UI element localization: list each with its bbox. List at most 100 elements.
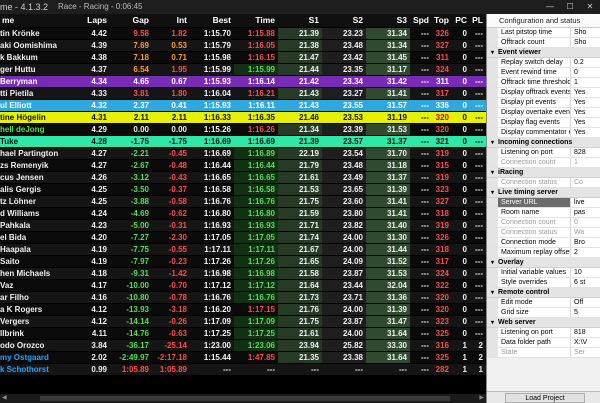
property-row[interactable]: Connection count 1	[487, 158, 600, 168]
table-row[interactable]: Haapala 4.19 -7.75 -0.55 1:17.11 1:17.11 21.67…	[0, 242, 486, 255]
property-value[interactable]: Yes	[571, 128, 600, 137]
table-row[interactable]: my Ostgaard 2.02 -2:49.97 -2:17.18 1:15.44 1:…	[0, 350, 486, 363]
property-value[interactable]: 1	[571, 158, 600, 167]
table-row[interactable]: zs Remenyik 4.27 -2.67 -0.48 1:16.44 1:16.44 2…	[0, 158, 486, 171]
collapse-icon[interactable]: ▾	[487, 48, 498, 57]
table-row[interactable]: tine Högelin 4.31 2.11 2.11 1:16.33 1:16.35 21…	[0, 110, 486, 123]
scroll-right-icon[interactable]: ▶	[479, 394, 484, 403]
table-row[interactable]: ul Elliott 4.32 2.37 0.41 1:15.93 1:16.11 21.4…	[0, 98, 486, 111]
property-row[interactable]: Data folder path X:\V	[487, 338, 600, 348]
table-row[interactable]: ar Filho 4.16 -10.80 -0.78 1:16.76 1:16.76 21.…	[0, 290, 486, 303]
minimize-icon[interactable]: —	[540, 0, 560, 14]
column-header-s3[interactable]: S3	[366, 14, 410, 27]
load-project-button[interactable]: Load Project	[505, 393, 585, 403]
property-row[interactable]: Display overtake events Yes	[487, 108, 600, 118]
property-row[interactable]: Last pitstop time Sho	[487, 28, 600, 38]
property-row[interactable]: Connection status Wa	[487, 228, 600, 238]
table-row[interactable]: tin Krönke 4.42 9.58 1.82 1:15.70 1:15.88 21.3…	[0, 26, 486, 39]
table-row[interactable]: ger Huttu 4.37 6.54 1.95 1:15.99 1:15.99 21.44…	[0, 62, 486, 75]
property-row[interactable]: Display flag events Yes	[487, 118, 600, 128]
table-row[interactable]: hen Michaels 4.18 -9.31 -1.42 1:16.98 1:16.98…	[0, 266, 486, 279]
table-row[interactable]: Saito 4.19 -7.97 -0.23 1:17.26 1:17.26 21.65 24…	[0, 254, 486, 267]
property-row[interactable]: Grid size 5	[487, 308, 600, 318]
table-row[interactable]: Vaz 4.17 -10.00 -0.70 1:17.12 1:17.12 21.64 23.…	[0, 278, 486, 291]
property-value[interactable]: 0.2	[571, 58, 600, 67]
property-value[interactable]: 5	[571, 308, 600, 317]
property-value[interactable]: 0	[571, 68, 600, 77]
property-value[interactable]: Sho	[571, 28, 600, 37]
property-value[interactable]: Sho	[571, 38, 600, 47]
property-value[interactable]: 10	[571, 268, 600, 277]
property-row[interactable]: Replay switch delay 0.2	[487, 58, 600, 68]
table-row[interactable]: el Bida 4.20 -7.27 -2.30 1:17.05 1:17.05 21.74…	[0, 230, 486, 243]
property-row[interactable]: Maximum replay offset 2	[487, 248, 600, 258]
category-header[interactable]: ▾ iRacing	[487, 168, 600, 178]
property-value[interactable]: 1	[571, 78, 600, 87]
table-row[interactable]: k Schothorst 0.99 1:05.89 1:05.89 --- --- --- -…	[0, 362, 486, 375]
property-value[interactable]: 828	[571, 148, 600, 157]
column-header-time[interactable]: Time	[234, 14, 278, 27]
property-row[interactable]: Listening on port 818	[487, 328, 600, 338]
property-row[interactable]: Connection count 0	[487, 218, 600, 228]
property-row[interactable]: Offtrack time threshold 1	[487, 78, 600, 88]
column-header-best[interactable]: Best	[190, 14, 234, 27]
table-row[interactable]: a K Rogers 4.12 -13.93 -3.18 1:16.20 1:17.15 2…	[0, 302, 486, 315]
property-row[interactable]: Edit mode Off	[487, 298, 600, 308]
property-row[interactable]: Initial variable values 10	[487, 268, 600, 278]
maximize-icon[interactable]: ☐	[560, 0, 580, 14]
table-row[interactable]: Pahkala 4.23 -5.00 -0.31 1:16.93 1:16.93 21.71…	[0, 218, 486, 231]
property-value[interactable]: 6 st	[571, 278, 600, 287]
property-value[interactable]: Yes	[571, 98, 600, 107]
property-value[interactable]: Off	[571, 298, 600, 307]
table-row[interactable]: hael Partington 4.27 -2.21 -0.45 1:16.69 1:16…	[0, 146, 486, 159]
category-header[interactable]: ▾ Overlay	[487, 258, 600, 268]
column-header-s2[interactable]: S2	[322, 14, 366, 27]
property-value[interactable]: Wa	[571, 228, 600, 237]
property-row[interactable]: State Ser	[487, 348, 600, 358]
collapse-icon[interactable]: ▾	[487, 258, 498, 267]
collapse-icon[interactable]: ▾	[487, 288, 498, 297]
scrollbar-thumb[interactable]	[40, 396, 450, 401]
property-row[interactable]: Connection status Co	[487, 178, 600, 188]
table-row[interactable]: tti Pietila 4.33 3.81 1.80 1:16.04 1:16.21 21.…	[0, 86, 486, 99]
property-row[interactable]: Display pit events Yes	[487, 98, 600, 108]
property-row[interactable]: Display offtrack events Yes	[487, 88, 600, 98]
property-value[interactable]: 818	[571, 328, 600, 337]
property-value[interactable]: Yes	[571, 108, 600, 117]
column-header-pl[interactable]: PL	[470, 14, 486, 27]
column-header-gap[interactable]: Gap	[110, 14, 152, 27]
table-row[interactable]: Vergers 4.12 -14.14 -0.26 1:17.09 1:17.09 21.7…	[0, 314, 486, 327]
property-row[interactable]: Event rewind time 0	[487, 68, 600, 78]
category-header[interactable]: ▾ Incoming connections	[487, 138, 600, 148]
property-row[interactable]: Offtrack count Sho	[487, 38, 600, 48]
property-value[interactable]: Co	[571, 178, 600, 187]
category-header[interactable]: ▾ Event viewer	[487, 48, 600, 58]
column-header-pc[interactable]: PC	[452, 14, 470, 27]
property-value[interactable]: 0	[571, 218, 600, 227]
column-header-spd[interactable]: Spd	[410, 14, 432, 27]
column-header-me[interactable]: me	[0, 14, 84, 27]
property-row[interactable]: Display commentator eventsYes	[487, 128, 600, 138]
property-value[interactable]: X:\V	[571, 338, 600, 347]
column-header-s1[interactable]: S1	[278, 14, 322, 27]
table-row[interactable]: hell deJong 4.29 0.00 0.00 1:15.26 1:16.26 21.…	[0, 122, 486, 135]
property-value[interactable]: Yes	[571, 88, 600, 97]
table-row[interactable]: cus Jensen 4.26 -3.12 -0.43 1:16.65 1:16.65 21…	[0, 170, 486, 183]
table-row[interactable]: aki Oomishima 4.39 7.69 0.53 1:15.79 1:16.05 2…	[0, 38, 486, 51]
table-row[interactable]: odo Orozco 3.84 -36.17 -25.14 1:23.00 1:23.06…	[0, 338, 486, 351]
category-header[interactable]: ▾ Live timing server	[487, 188, 600, 198]
collapse-icon[interactable]: ▾	[487, 138, 498, 147]
property-row[interactable]: Connection mode Bro	[487, 238, 600, 248]
table-row[interactable]: tz Löhner 4.25 -3.88 -0.58 1:16.76 1:16.76 21.…	[0, 194, 486, 207]
scroll-left-icon[interactable]: ◀	[2, 394, 7, 403]
table-row[interactable]: k Bakkum 4.38 7.18 0.71 1:15.98 1:16.15 21.47 2…	[0, 50, 486, 63]
property-value[interactable]: pas	[571, 208, 600, 217]
property-value[interactable]: Ser	[571, 348, 600, 357]
table-row[interactable]: llbrink 4.11 -14.76 -0.63 1:17.25 1:17.25 21.6…	[0, 326, 486, 339]
collapse-icon[interactable]: ▾	[487, 188, 498, 197]
property-grid[interactable]: Last pitstop time Sho Offtrack count Sho ▾ Ev…	[487, 28, 600, 358]
category-header[interactable]: ▾ Web server	[487, 318, 600, 328]
table-row[interactable]: d Williams 4.24 -4.69 -0.62 1:16.80 1:16.80 21…	[0, 206, 486, 219]
collapse-icon[interactable]: ▾	[487, 168, 498, 177]
property-row[interactable]: Room name pas	[487, 208, 600, 218]
